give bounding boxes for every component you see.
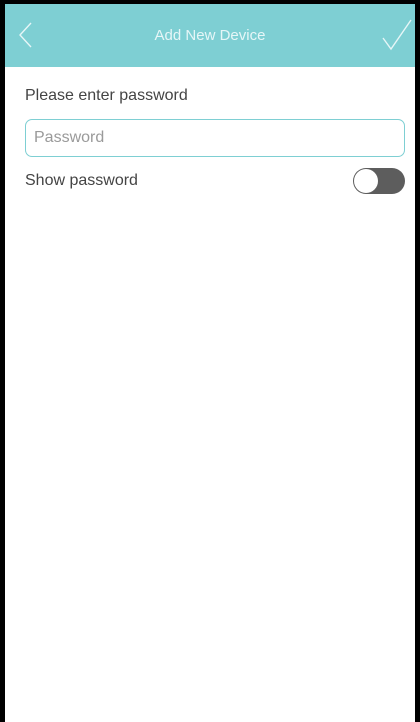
show-password-label: Show password bbox=[25, 172, 138, 189]
check-icon[interactable] bbox=[381, 18, 413, 52]
show-password-row: Show password bbox=[25, 168, 405, 194]
app-screen: Add New Device Please enter password Sho… bbox=[0, 0, 420, 722]
password-prompt: Please enter password bbox=[25, 87, 188, 104]
toggle-knob bbox=[354, 169, 378, 193]
page-title: Add New Device bbox=[154, 27, 266, 44]
form: Please enter password Show password bbox=[5, 86, 415, 194]
app-bar: Add New Device bbox=[5, 4, 415, 67]
password-input[interactable] bbox=[25, 119, 405, 157]
show-password-toggle[interactable] bbox=[353, 168, 405, 194]
